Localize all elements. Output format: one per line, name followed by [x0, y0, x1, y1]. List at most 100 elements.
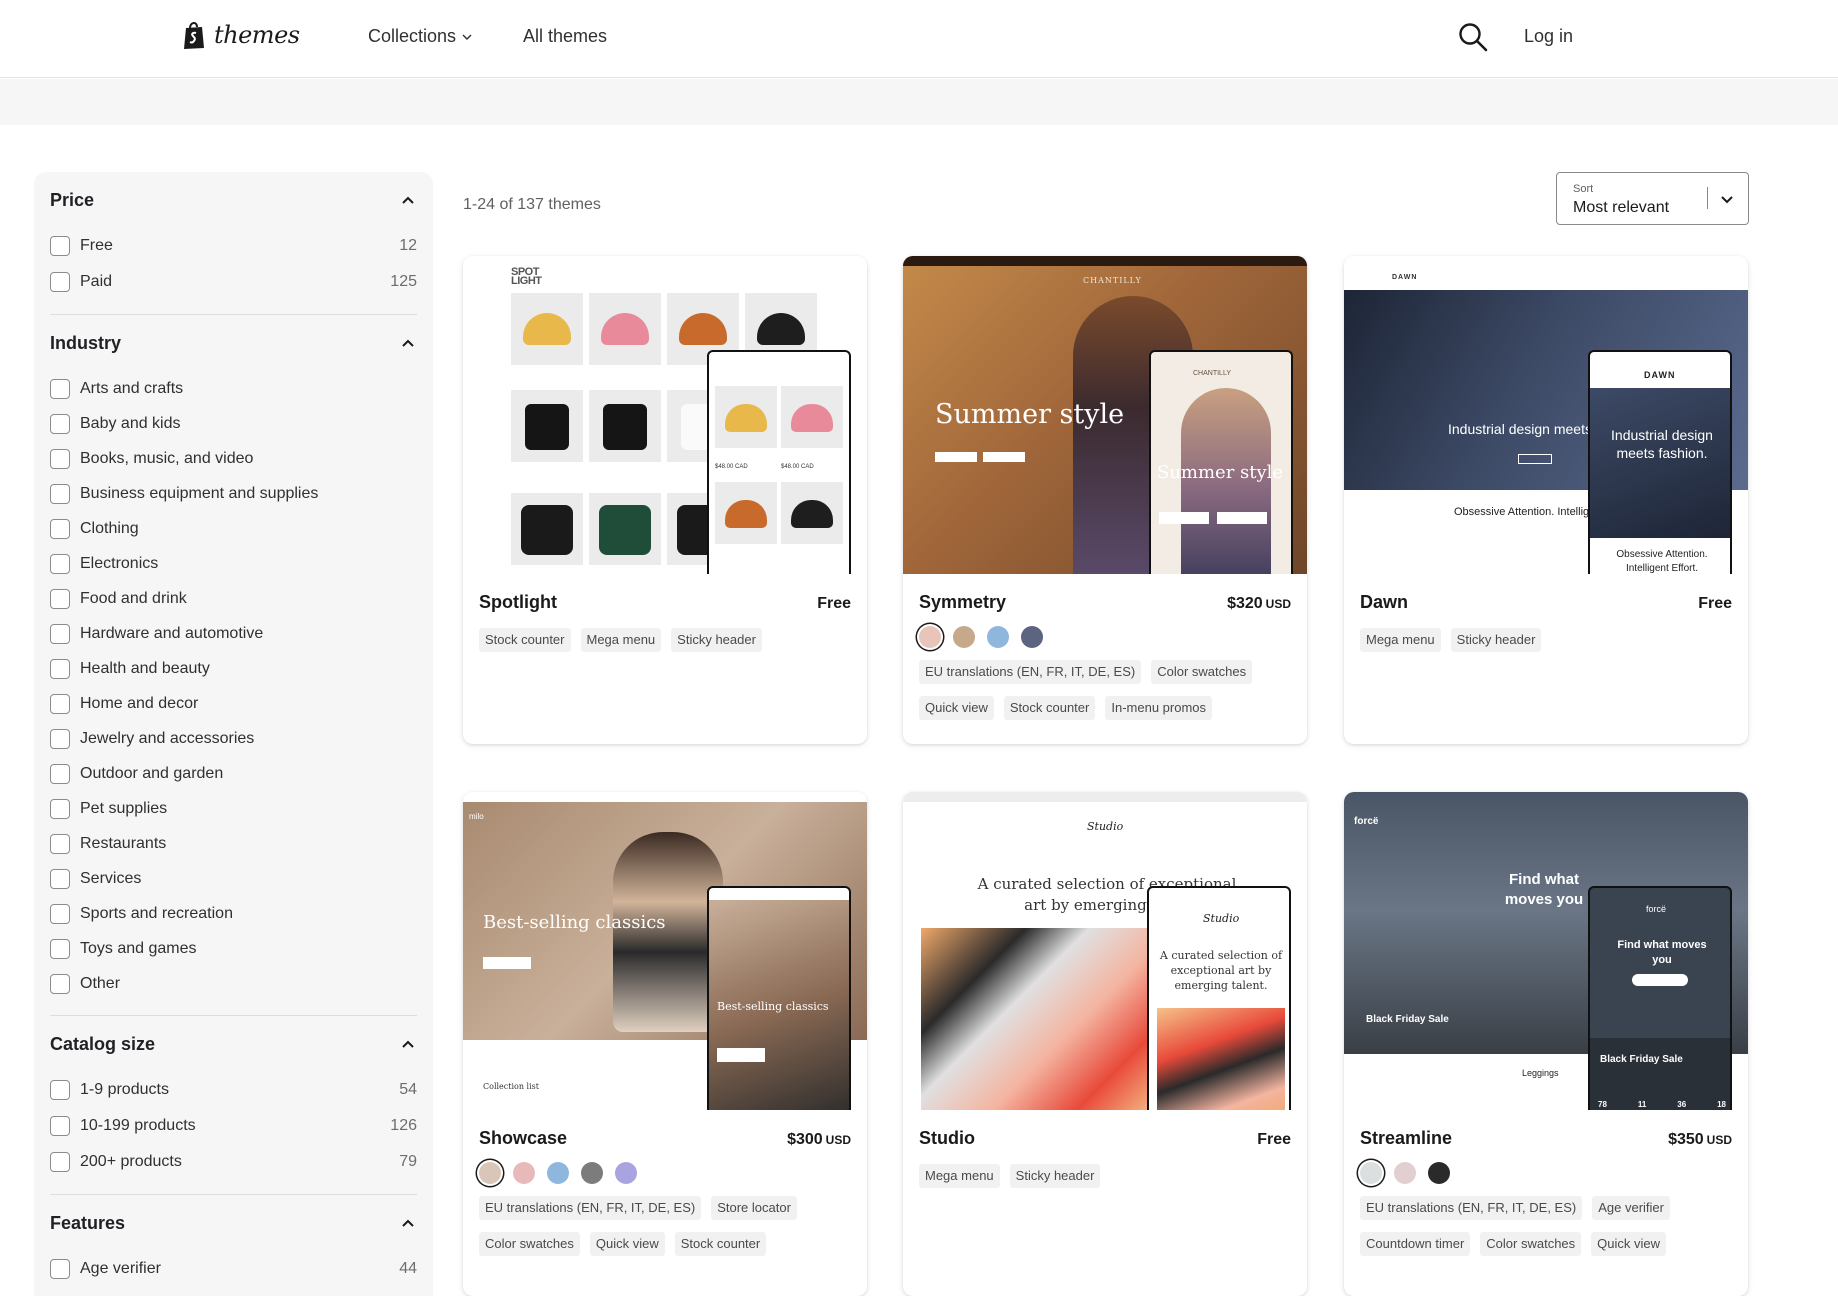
color-swatch[interactable] — [547, 1162, 569, 1184]
theme-preview-dawn[interactable]: DAWN Industrial design meets Obsessive A… — [1344, 256, 1748, 574]
filter-option[interactable]: Business equipment and supplies — [50, 476, 417, 511]
search-icon[interactable] — [1457, 21, 1489, 53]
checkbox[interactable] — [50, 868, 70, 889]
filter-group-features: Features Age verifier 44 — [50, 1195, 417, 1296]
filter-option[interactable]: 10-199 products 126 — [50, 1108, 417, 1144]
filter-option[interactable]: Hardware and automotive — [50, 616, 417, 651]
theme-preview-showcase[interactable]: milo Best-selling classics Collection li… — [463, 792, 867, 1110]
filter-option[interactable]: Baby and kids — [50, 406, 417, 441]
checkbox[interactable] — [50, 623, 70, 644]
filter-option[interactable]: Outdoor and garden — [50, 756, 417, 791]
checkbox[interactable] — [50, 413, 70, 434]
checkbox[interactable] — [50, 448, 70, 469]
filter-label: Health and beauty — [80, 659, 210, 677]
checkbox[interactable] — [50, 1259, 70, 1279]
theme-card-symmetry[interactable]: CHANTILLY Summer style CHANTILLY Summer … — [903, 256, 1307, 744]
checkbox[interactable] — [50, 518, 70, 539]
color-swatch[interactable] — [513, 1162, 535, 1184]
checkbox[interactable] — [50, 483, 70, 504]
login-link[interactable]: Log in — [1524, 26, 1573, 47]
filter-option[interactable]: Jewelry and accessories — [50, 721, 417, 756]
checkbox[interactable] — [50, 728, 70, 749]
filter-option[interactable]: Electronics — [50, 546, 417, 581]
filter-option[interactable]: Toys and games — [50, 931, 417, 966]
theme-card-spotlight[interactable]: SPOT LIGHT $48.00 CAD $48.00 CAD Spotlig… — [463, 256, 867, 744]
color-swatch[interactable] — [615, 1162, 637, 1184]
filter-option[interactable]: 1-9 products 54 — [50, 1072, 417, 1108]
checkbox[interactable] — [50, 693, 70, 714]
filter-option[interactable]: Services — [50, 861, 417, 896]
theme-name[interactable]: Symmetry — [919, 592, 1006, 613]
filter-header-features[interactable]: Features — [50, 1195, 417, 1251]
checkbox[interactable] — [50, 763, 70, 784]
filter-option[interactable]: Home and decor — [50, 686, 417, 721]
filter-option[interactable]: Sports and recreation — [50, 896, 417, 931]
filter-option[interactable]: Other — [50, 966, 417, 1001]
theme-card-dawn[interactable]: DAWN Industrial design meets Obsessive A… — [1344, 256, 1748, 744]
filter-option[interactable]: Restaurants — [50, 826, 417, 861]
countdown-value: 78 — [1598, 1100, 1607, 1109]
theme-name[interactable]: Spotlight — [479, 592, 557, 613]
theme-preview-spotlight[interactable]: SPOT LIGHT $48.00 CAD $48.00 CAD — [463, 256, 867, 574]
theme-preview-studio[interactable]: Studio A curated selection of exceptiona… — [903, 792, 1307, 1110]
filter-option[interactable]: Pet supplies — [50, 791, 417, 826]
sort-select[interactable]: Sort Most relevant — [1556, 172, 1749, 225]
preview-phone: forcë Find what moves you Black Friday S… — [1588, 886, 1732, 1110]
theme-info: Showcase $300 USD EU translations (EN, FR… — [463, 1110, 867, 1256]
theme-card-streamline[interactable]: forcë Find what moves you Black Friday S… — [1344, 792, 1748, 1296]
filter-option[interactable]: 200+ products 79 — [50, 1144, 417, 1180]
checkbox[interactable] — [50, 1116, 70, 1136]
checkbox[interactable] — [50, 272, 70, 292]
checkbox[interactable] — [50, 903, 70, 924]
theme-name[interactable]: Showcase — [479, 1128, 567, 1149]
nav-all-themes[interactable]: All themes — [523, 26, 607, 47]
chevron-down-icon — [462, 34, 472, 40]
checkbox[interactable] — [50, 236, 70, 256]
checkbox[interactable] — [50, 1080, 70, 1100]
theme-name[interactable]: Dawn — [1360, 592, 1408, 613]
color-swatch[interactable] — [1394, 1162, 1416, 1184]
checkbox[interactable] — [50, 1152, 70, 1172]
color-swatch[interactable] — [1360, 1162, 1382, 1184]
filter-option[interactable]: Books, music, and video — [50, 441, 417, 476]
checkbox[interactable] — [50, 798, 70, 819]
filter-option[interactable]: Food and drink — [50, 581, 417, 616]
theme-name[interactable]: Studio — [919, 1128, 975, 1149]
theme-preview-streamline[interactable]: forcë Find what moves you Black Friday S… — [1344, 792, 1748, 1110]
theme-card-showcase[interactable]: milo Best-selling classics Collection li… — [463, 792, 867, 1296]
color-swatch[interactable] — [479, 1162, 501, 1184]
filter-label: Age verifier — [80, 1260, 161, 1277]
checkbox[interactable] — [50, 658, 70, 679]
filter-option-free[interactable]: Free 12 — [50, 228, 417, 264]
checkbox[interactable] — [50, 973, 70, 994]
color-swatch[interactable] — [1428, 1162, 1450, 1184]
theme-card-studio[interactable]: Studio A curated selection of exceptiona… — [903, 792, 1307, 1296]
filter-label: Business equipment and supplies — [80, 484, 319, 502]
filter-option[interactable]: Age verifier 44 — [50, 1251, 417, 1287]
filter-label: Clothing — [80, 519, 139, 537]
filter-header-catalog-size[interactable]: Catalog size — [50, 1016, 417, 1072]
checkbox[interactable] — [50, 938, 70, 959]
shopify-themes-logo[interactable]: themes — [182, 20, 300, 50]
filter-header-industry[interactable]: Industry — [50, 315, 417, 371]
color-swatch[interactable] — [1021, 626, 1043, 648]
color-swatch[interactable] — [987, 626, 1009, 648]
nav-collections[interactable]: Collections — [368, 26, 472, 47]
checkbox[interactable] — [50, 553, 70, 574]
theme-name[interactable]: Streamline — [1360, 1128, 1452, 1149]
filter-label: Jewelry and accessories — [80, 729, 255, 747]
color-swatch[interactable] — [581, 1162, 603, 1184]
filter-option-paid[interactable]: Paid 125 — [50, 264, 417, 300]
color-swatch[interactable] — [953, 626, 975, 648]
preview-logo: SPOT LIGHT — [511, 266, 542, 287]
filter-option[interactable]: Arts and crafts — [50, 371, 417, 406]
checkbox[interactable] — [50, 833, 70, 854]
checkbox[interactable] — [50, 378, 70, 399]
color-swatches — [479, 1162, 851, 1184]
filter-option[interactable]: Health and beauty — [50, 651, 417, 686]
filter-option[interactable]: Clothing — [50, 511, 417, 546]
filter-header-price[interactable]: Price — [50, 172, 417, 228]
theme-preview-symmetry[interactable]: CHANTILLY Summer style CHANTILLY Summer … — [903, 256, 1307, 574]
checkbox[interactable] — [50, 588, 70, 609]
color-swatch[interactable] — [919, 626, 941, 648]
